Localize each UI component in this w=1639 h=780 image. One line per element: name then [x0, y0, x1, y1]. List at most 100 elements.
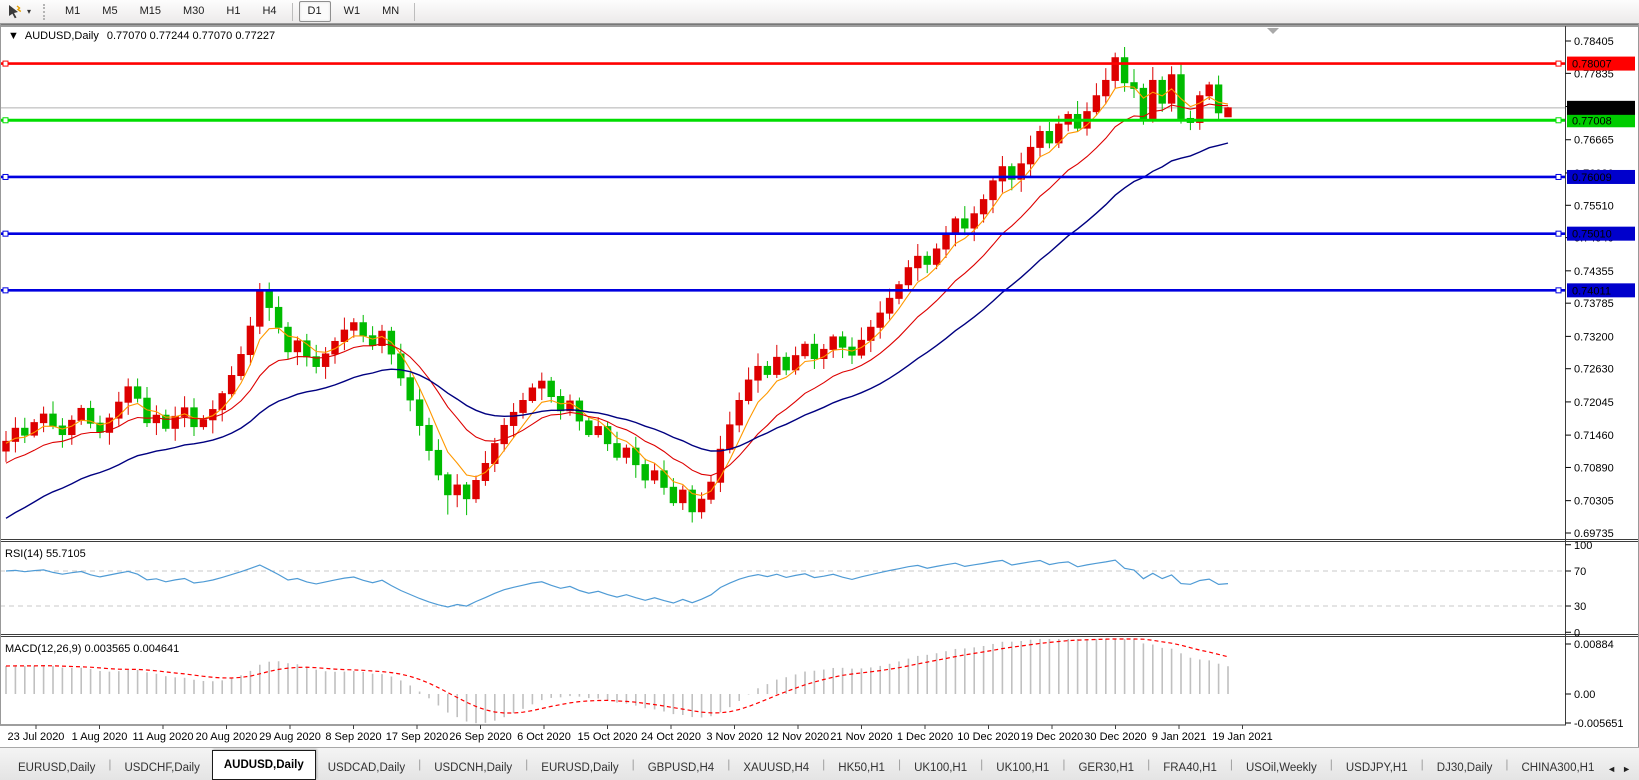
chart-collapse-icon[interactable]: ▼: [8, 30, 19, 42]
hline-handle[interactable]: [3, 118, 8, 123]
candle: [510, 412, 516, 425]
candle: [369, 336, 375, 346]
cursor-tool-button[interactable]: ▾: [4, 3, 37, 20]
chart-objects-layer: [0, 28, 1566, 293]
price-tick-label: 0.74355: [1574, 266, 1614, 278]
candle: [680, 490, 686, 502]
candle: [360, 323, 366, 336]
hline-price-tag: 0.74011: [1572, 285, 1611, 297]
tab-fra40-h1[interactable]: FRA40,H1: [1151, 755, 1229, 780]
date-label: 1 Aug 2020: [72, 731, 128, 743]
hline-handle[interactable]: [3, 288, 8, 293]
scroll-marker-icon: [1267, 28, 1279, 34]
tab-usdcad-daily[interactable]: USDCAD,Daily: [316, 755, 417, 780]
chart-symbol-title: AUDUSD,Daily: [25, 30, 99, 42]
timeframe-button-w1[interactable]: W1: [335, 1, 370, 22]
rsi-line: [6, 560, 1228, 607]
candle: [539, 381, 545, 388]
tab-china300-h1[interactable]: CHINA300,H1: [1510, 755, 1604, 780]
candle: [228, 376, 234, 394]
candle: [633, 448, 639, 464]
timeframe-button-h1[interactable]: H1: [217, 1, 249, 22]
date-label: 11 Aug 2020: [133, 731, 194, 743]
tab-xauusd-h4[interactable]: XAUUSD,H4: [731, 755, 821, 780]
candle: [755, 366, 761, 380]
candle: [219, 394, 225, 410]
candle: [745, 380, 751, 400]
candle: [877, 313, 883, 327]
candle: [238, 355, 244, 376]
tab-audusd-daily[interactable]: AUDUSD,Daily: [212, 750, 316, 780]
macd-tick-label: -0.005651: [1574, 718, 1624, 730]
hline-handle[interactable]: [3, 174, 8, 179]
cursor-tool-dropdown-icon[interactable]: ▾: [24, 7, 34, 16]
candle: [651, 471, 657, 480]
current-price-tag: 0.77227: [1572, 103, 1612, 115]
candle: [285, 327, 291, 351]
candle: [727, 425, 733, 449]
candle: [247, 326, 253, 354]
timeframe-button-m15[interactable]: M15: [131, 1, 170, 22]
candle: [905, 268, 911, 285]
candle: [416, 400, 422, 426]
candle: [134, 387, 140, 398]
tab-usdjpy-h1[interactable]: USDJPY,H1: [1334, 755, 1420, 780]
timeframe-button-mn[interactable]: MN: [373, 1, 408, 22]
toolbar-grip-handle[interactable]: [43, 4, 50, 20]
tab-scroll-right-icon[interactable]: ►: [1622, 764, 1631, 774]
timeframe-button-d1[interactable]: D1: [299, 1, 331, 22]
tab-gbpusd-h4[interactable]: GBPUSD,H4: [636, 755, 726, 780]
candle: [435, 450, 441, 474]
candle: [69, 420, 75, 434]
date-label: 30 Dec 2020: [1084, 731, 1146, 743]
chart-canvas[interactable]: 0.784050.778350.772500.766650.760800.755…: [0, 24, 1639, 747]
hline-handle[interactable]: [3, 61, 8, 66]
date-label: 19 Dec 2020: [1021, 731, 1083, 743]
candle: [59, 426, 65, 435]
timeframe-button-m30[interactable]: M30: [174, 1, 213, 22]
candle: [839, 337, 845, 347]
date-label: 10 Dec 2020: [957, 731, 1019, 743]
hline-handle[interactable]: [1556, 231, 1561, 236]
candle: [407, 378, 413, 400]
chart-ohlc-readout: 0.77070 0.77244 0.77070 0.77227: [107, 30, 275, 42]
tab-hk50-h1[interactable]: HK50,H1: [826, 755, 897, 780]
candle: [463, 485, 469, 499]
tab-usoil-weekly[interactable]: USOil,Weekly: [1234, 755, 1329, 780]
tab-ger30-h1[interactable]: GER30,H1: [1066, 755, 1146, 780]
price-tick-label: 0.72045: [1574, 397, 1614, 409]
candle: [811, 344, 817, 358]
candle: [1206, 85, 1212, 96]
hline-handle[interactable]: [1556, 118, 1561, 123]
tab-eurusd-daily[interactable]: EURUSD,Daily: [529, 755, 630, 780]
candle: [1103, 80, 1109, 95]
candle: [783, 357, 789, 369]
timeframe-button-m1[interactable]: M1: [56, 1, 89, 22]
tab-strip: EURUSD,Daily|USDCHF,DailyAUDUSD,DailyUSD…: [0, 748, 1603, 780]
candle: [623, 448, 629, 457]
timeframe-button-m5[interactable]: M5: [93, 1, 126, 22]
candle: [304, 341, 310, 357]
price-tick-label: 0.70890: [1574, 462, 1614, 474]
candle: [548, 381, 554, 396]
tab-eurusd-daily[interactable]: EURUSD,Daily: [6, 755, 107, 780]
date-label: 8 Sep 2020: [325, 731, 381, 743]
macd-tick-label: 0.00: [1574, 689, 1595, 701]
candle: [802, 344, 808, 355]
tab-usdcnh-daily[interactable]: USDCNH,Daily: [422, 755, 524, 780]
tab-uk100-h1[interactable]: UK100,H1: [902, 755, 979, 780]
tab-dj30-daily[interactable]: DJ30,Daily: [1425, 755, 1505, 780]
candle: [40, 414, 46, 423]
hline-handle[interactable]: [1556, 288, 1561, 293]
candle: [1197, 96, 1203, 123]
hline-handle[interactable]: [1556, 174, 1561, 179]
tab-scroll-left-icon[interactable]: ◄: [1607, 764, 1616, 774]
rsi-tick-label: 0: [1574, 627, 1580, 639]
tab-usdchf-daily[interactable]: USDCHF,Daily: [112, 755, 211, 780]
hline-handle[interactable]: [3, 231, 8, 236]
candle: [1037, 132, 1043, 148]
timeframe-button-h4[interactable]: H4: [253, 1, 285, 22]
candle: [1225, 108, 1231, 117]
hline-handle[interactable]: [1556, 61, 1561, 66]
tab-uk100-h1[interactable]: UK100,H1: [984, 755, 1061, 780]
